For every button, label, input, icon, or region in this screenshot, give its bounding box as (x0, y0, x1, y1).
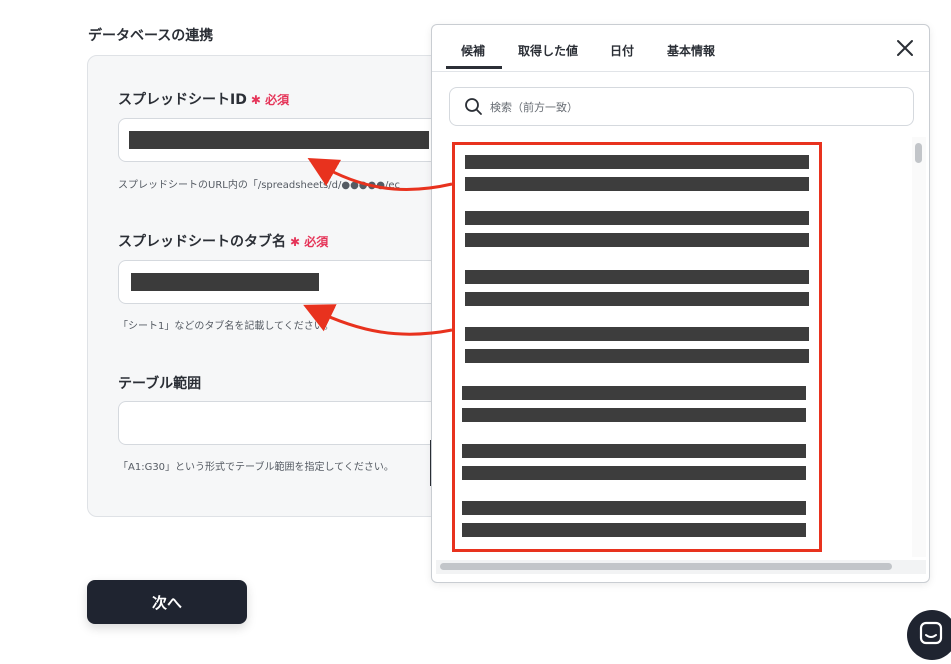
tab-basic-info[interactable]: 基本情報 (667, 42, 715, 59)
redacted-value (131, 273, 319, 291)
search-icon (465, 98, 482, 115)
next-button[interactable]: 次へ (87, 580, 247, 624)
field-label-table-range: テーブル範囲 (118, 376, 202, 392)
tab-name-input[interactable] (118, 260, 478, 304)
vertical-scrollbar[interactable] (912, 137, 926, 557)
value-picker-popup: 候補 取得した値 日付 基本情報 (431, 24, 930, 583)
required-badge: ✱ 必須 (290, 235, 329, 249)
field-label-text: スプレッドシートのタブ名 (118, 234, 286, 250)
field-label-spreadsheet-id: スプレッドシートID ✱ 必須 (118, 89, 289, 109)
tab-candidates[interactable]: 候補 (461, 42, 485, 59)
tab-obtained-values[interactable]: 取得した値 (518, 42, 578, 59)
help-text-table-range: 「A1:G30」という形式でテーブル範囲を指定してください。 (118, 462, 394, 473)
chat-icon (919, 621, 943, 645)
search-box (449, 87, 914, 127)
section-title: データベースの連携 (88, 28, 214, 44)
field-label-tab-name: スプレッドシートのタブ名 ✱ 必須 (118, 231, 328, 251)
search-input[interactable] (488, 88, 902, 127)
redacted-value (129, 131, 429, 149)
spreadsheet-id-input[interactable] (118, 118, 478, 162)
table-range-input[interactable] (118, 401, 478, 445)
help-text-spreadsheet-id: スプレッドシートのURL内の「/spreadsheets/d/●●●●●/ec (118, 180, 401, 191)
highlight-box (452, 142, 822, 552)
horizontal-scroll-thumb[interactable] (440, 563, 892, 570)
chat-button[interactable] (907, 610, 951, 660)
vertical-scroll-thumb[interactable] (915, 143, 922, 163)
close-icon[interactable] (894, 37, 916, 59)
help-text-tab-name: 「シート1」などのタブ名を記載してください。 (118, 321, 334, 332)
field-label-text: スプレッドシートID (118, 92, 247, 108)
tab-date[interactable]: 日付 (610, 42, 634, 59)
required-badge: ✱ 必須 (250, 93, 290, 107)
active-tab-indicator (446, 66, 502, 69)
tab-bar: 候補 取得した値 日付 基本情報 (432, 25, 929, 72)
